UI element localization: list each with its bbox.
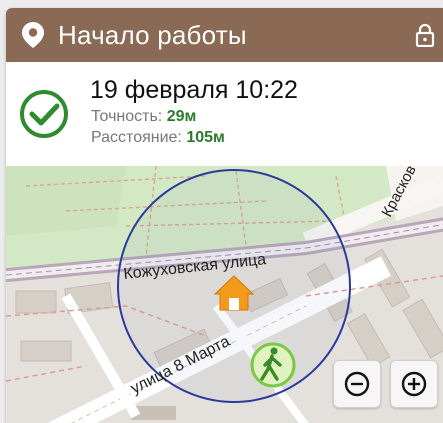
- accuracy-row: Точность: 29м: [91, 107, 196, 127]
- check-in-datetime: 19 февраля 10:22: [90, 76, 298, 104]
- distance-row: Расстояние: 105м: [91, 128, 225, 148]
- zoom-in-icon: [401, 371, 427, 397]
- zoom-in-button[interactable]: [390, 360, 438, 408]
- walking-person-icon[interactable]: [250, 342, 296, 388]
- check-circle-icon: [20, 90, 68, 138]
- distance-value: 105м: [186, 129, 225, 146]
- header-title: Начало работы: [58, 20, 247, 50]
- zoom-out-icon: [344, 371, 370, 397]
- distance-label: Расстояние:: [91, 129, 182, 146]
- work-start-card: Начало работы 19 февраля 10:22 Точность:…: [6, 8, 443, 423]
- zoom-out-button[interactable]: [333, 360, 381, 408]
- location-pin-icon: [22, 22, 44, 48]
- accuracy-label: Точность:: [91, 108, 163, 125]
- card-header: Начало работы: [6, 8, 443, 62]
- check-in-info: 19 февраля 10:22 Точность: 29м Расстояни…: [6, 62, 443, 166]
- accuracy-value: 29м: [166, 108, 197, 125]
- lock-icon[interactable]: [415, 23, 435, 47]
